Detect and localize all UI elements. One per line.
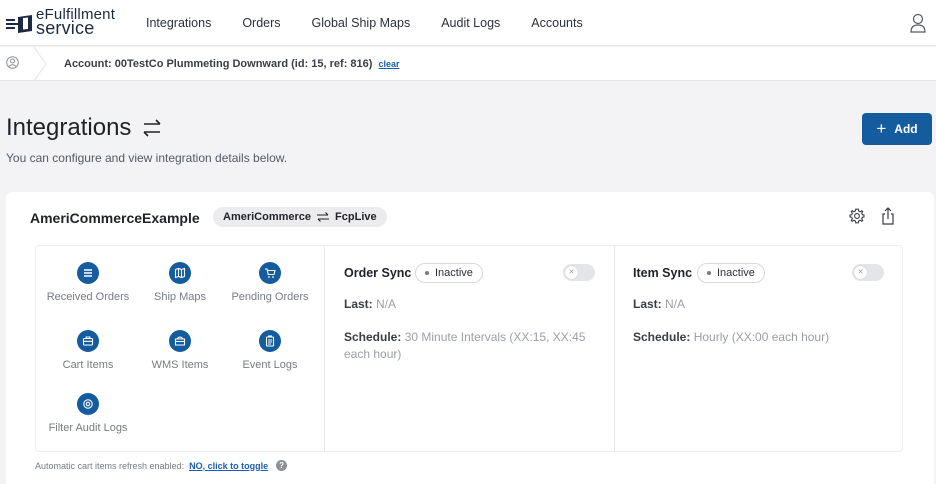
item-sync-status: Inactive bbox=[717, 267, 755, 279]
clear-account-link[interactable]: clear bbox=[379, 59, 400, 69]
item-sync-status-badge: Inactive bbox=[697, 263, 765, 283]
brand-logo[interactable]: eFulfillment service bbox=[6, 7, 136, 38]
account-icon bbox=[6, 56, 19, 69]
column-divider bbox=[614, 245, 615, 452]
route-source: AmeriCommerce bbox=[223, 211, 312, 223]
schedule-label: Schedule: bbox=[633, 330, 691, 344]
nav-integrations[interactable]: Integrations bbox=[146, 16, 211, 30]
search-icon bbox=[77, 393, 99, 415]
logo-mark-icon bbox=[6, 15, 32, 33]
user-icon[interactable] bbox=[910, 13, 926, 33]
cart-refresh-note: Automatic cart items refresh enabled: NO… bbox=[35, 460, 288, 471]
last-label: Last: bbox=[633, 297, 662, 311]
box-icon bbox=[169, 330, 191, 352]
add-button[interactable]: + Add bbox=[862, 113, 932, 145]
order-sync-toggle[interactable]: ✕ bbox=[563, 264, 595, 281]
clipboard-icon bbox=[259, 330, 281, 352]
help-icon[interactable]: ? bbox=[276, 460, 288, 471]
nav-global-ship-maps[interactable]: Global Ship Maps bbox=[312, 16, 411, 30]
last-label: Last: bbox=[344, 297, 373, 311]
status-dot bbox=[425, 271, 429, 275]
nav-orders[interactable]: Orders bbox=[242, 16, 280, 30]
plus-icon: + bbox=[876, 119, 887, 138]
map-icon bbox=[169, 262, 191, 284]
order-sync-last-value: N/A bbox=[376, 297, 397, 311]
page-title: Integrations bbox=[6, 114, 163, 142]
tile-received-orders[interactable]: Received Orders bbox=[40, 262, 136, 303]
toggle-off-icon: ✕ bbox=[854, 266, 867, 279]
route-target: FcpLive bbox=[335, 211, 377, 223]
tile-label: Pending Orders bbox=[231, 291, 309, 303]
order-sync-status: Inactive bbox=[435, 267, 473, 279]
breadcrumb-chevron-icon bbox=[33, 47, 47, 81]
account-text: Account: 00TestCo Plummeting Downward (i… bbox=[64, 58, 373, 70]
page-title-text: Integrations bbox=[6, 114, 132, 141]
add-button-label: Add bbox=[894, 122, 918, 136]
integration-name: AmeriCommerceExample bbox=[30, 210, 200, 226]
tile-label: Ship Maps bbox=[154, 291, 206, 303]
sync-arrows-icon bbox=[143, 119, 161, 137]
nav-accounts[interactable]: Accounts bbox=[531, 16, 582, 30]
toggle-off-icon: ✕ bbox=[565, 266, 578, 279]
tile-ship-maps[interactable]: Ship Maps bbox=[132, 262, 228, 303]
schedule-label: Schedule: bbox=[344, 330, 402, 344]
tile-pending-orders[interactable]: Pending Orders bbox=[222, 262, 318, 303]
page-subtitle: You can configure and view integration d… bbox=[6, 151, 288, 165]
item-sync-title: Item Sync bbox=[633, 266, 693, 280]
account-label: Account: 00TestCo Plummeting Downward (i… bbox=[64, 58, 400, 70]
item-sync-last: Last: N/A bbox=[633, 296, 685, 313]
order-sync-title: Order Sync bbox=[344, 266, 412, 280]
gear-icon[interactable] bbox=[849, 208, 865, 224]
list-icon bbox=[77, 262, 99, 284]
tile-event-logs[interactable]: Event Logs bbox=[222, 330, 318, 371]
sync-arrows-icon bbox=[317, 212, 330, 222]
briefcase-icon bbox=[77, 330, 99, 352]
brand-line-2: service bbox=[36, 18, 95, 38]
tile-label: WMS Items bbox=[151, 359, 209, 371]
account-bar: Account: 00TestCo Plummeting Downward (i… bbox=[0, 47, 936, 81]
item-sync-toggle[interactable]: ✕ bbox=[852, 264, 884, 281]
cart-refresh-text: Automatic cart items refresh enabled: bbox=[35, 460, 185, 471]
order-sync-schedule: Schedule: 30 Minute Intervals (XX:15, XX… bbox=[344, 329, 594, 363]
tile-cart-items[interactable]: Cart Items bbox=[40, 330, 136, 371]
order-sync-status-badge: Inactive bbox=[415, 263, 483, 283]
tile-label: Event Logs bbox=[242, 359, 298, 371]
item-sync-schedule: Schedule: Hourly (XX:00 each hour) bbox=[633, 329, 893, 346]
order-sync-last: Last: N/A bbox=[344, 296, 396, 313]
brand-name: eFulfillment service bbox=[36, 7, 115, 38]
tile-filter-audit-logs[interactable]: Filter Audit Logs bbox=[40, 393, 136, 434]
item-sync-schedule-value: Hourly (XX:00 each hour) bbox=[693, 330, 830, 344]
top-navbar: eFulfillment service Integrations Orders… bbox=[0, 0, 936, 46]
nav-audit-logs[interactable]: Audit Logs bbox=[441, 16, 500, 30]
status-dot bbox=[707, 271, 711, 275]
tile-label: Cart Items bbox=[62, 359, 114, 371]
cart-icon bbox=[259, 262, 281, 284]
export-icon[interactable] bbox=[881, 207, 895, 225]
item-sync-last-value: N/A bbox=[665, 297, 686, 311]
tile-label: Filter Audit Logs bbox=[48, 422, 128, 434]
integration-route-badge: AmeriCommerce FcpLive bbox=[213, 207, 387, 227]
column-divider bbox=[324, 245, 325, 452]
main-nav: Integrations Orders Global Ship Maps Aud… bbox=[146, 0, 614, 46]
tile-label: Received Orders bbox=[46, 291, 130, 303]
cart-refresh-toggle-link[interactable]: NO, click to toggle bbox=[189, 461, 268, 471]
tile-wms-items[interactable]: WMS Items bbox=[132, 330, 228, 371]
